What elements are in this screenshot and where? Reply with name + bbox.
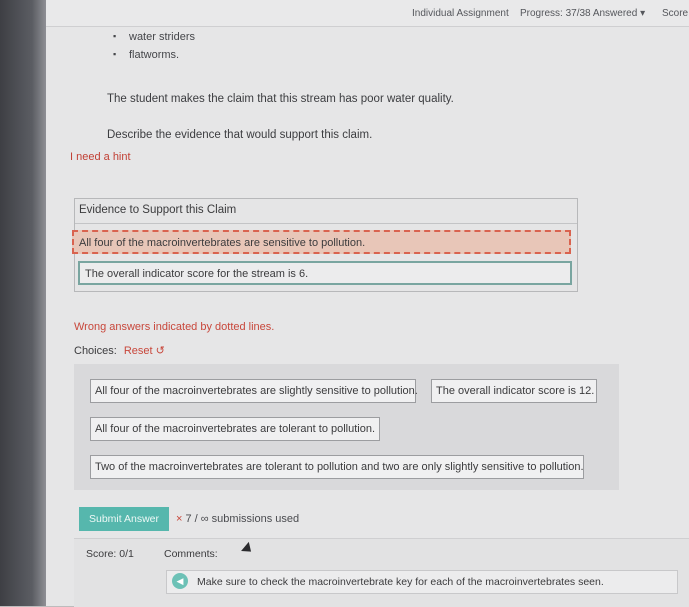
wrong-answers-note: Wrong answers indicated by dotted lines. xyxy=(74,321,275,333)
reset-button[interactable]: Reset ↺ xyxy=(124,345,165,357)
evidence-header: Evidence to Support this Claim xyxy=(75,199,577,224)
organism-list-item: water striders xyxy=(113,31,195,43)
evidence-header-label: Evidence to Support this Claim xyxy=(79,204,237,216)
choices-label: Choices: xyxy=(74,345,117,357)
submit-answer-button[interactable]: Submit Answer xyxy=(79,507,169,531)
hint-link[interactable]: I need a hint xyxy=(70,151,131,163)
question-page: Individual Assignment Progress: 37/38 An… xyxy=(46,0,689,607)
choice-tile[interactable]: All four of the macroinvertebrates are t… xyxy=(90,417,380,441)
reset-icon: ↺ xyxy=(155,345,165,357)
score-link[interactable]: Score xyxy=(662,8,688,19)
choices-area: All four of the macroinvertebrates are s… xyxy=(74,364,619,490)
claim-text: The student makes the claim that this st… xyxy=(107,93,454,105)
assignment-type: Individual Assignment xyxy=(412,8,509,19)
evidence-drop-zone[interactable]: Evidence to Support this Claim All four … xyxy=(72,198,578,292)
comment-text: Make sure to check the macroinvertebrate… xyxy=(197,576,604,588)
comment-box: ◀ Make sure to check the macroinvertebra… xyxy=(166,570,678,594)
choices-label-row: Choices: Reset ↺ xyxy=(74,344,165,357)
left-rail xyxy=(0,0,46,606)
reset-label: Reset xyxy=(123,345,153,357)
prompt-text: Describe the evidence that would support… xyxy=(107,129,373,141)
choice-tile[interactable]: Two of the macroinvertebrates are tolera… xyxy=(90,455,584,479)
speaker-icon[interactable]: ◀ xyxy=(172,573,188,589)
progress-dropdown[interactable]: Progress: 37/38 Answered ▾ xyxy=(520,8,645,19)
top-bar: Individual Assignment Progress: 37/38 An… xyxy=(46,0,689,27)
score-panel: Score: 0/1 Comments: ◀ Make sure to chec… xyxy=(74,538,689,607)
submissions-text: 7 / ∞ submissions used xyxy=(185,513,300,525)
evidence-answer-wrong[interactable]: All four of the macroinvertebrates are s… xyxy=(72,230,571,254)
incorrect-mark-icon: × xyxy=(176,513,183,525)
choice-tile[interactable]: All four of the macroinvertebrates are s… xyxy=(90,379,418,403)
choice-tile[interactable]: The overall indicator score is 12. xyxy=(431,379,597,403)
evidence-answer[interactable]: The overall indicator score for the stre… xyxy=(78,261,572,285)
comments-label: Comments: xyxy=(164,548,218,560)
submissions-used: × 7 / ∞ submissions used xyxy=(176,513,299,525)
score-value: Score: 0/1 xyxy=(86,548,134,560)
organism-list-item: flatworms. xyxy=(113,49,179,61)
